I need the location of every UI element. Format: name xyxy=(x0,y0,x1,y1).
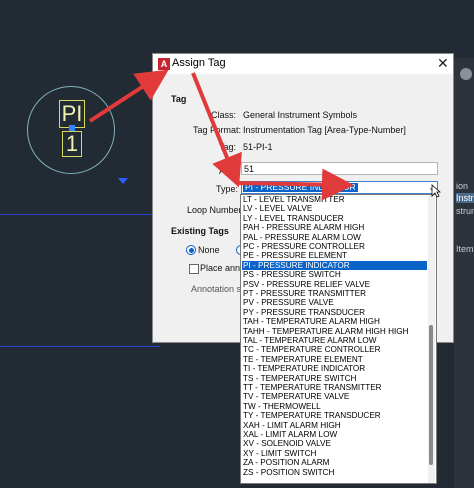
panel-text[interactable]: Instrun xyxy=(456,193,474,203)
type-label: Type: xyxy=(216,184,239,194)
canvas-line xyxy=(0,346,160,347)
none-radio-label: None xyxy=(198,245,220,255)
panel-text: strum xyxy=(456,206,474,216)
dropdown-item[interactable]: PI - PRESSURE INDICATOR xyxy=(242,260,427,271)
dropdown-item[interactable]: PAL - PRESSURE ALARM LOW xyxy=(242,233,427,242)
tag-section-heading: Tag xyxy=(171,94,187,104)
autocad-app-icon: A xyxy=(158,58,170,70)
tag-format-value: Instrumentation Tag [Area-Type-Number] xyxy=(243,125,406,135)
dropdown-item[interactable]: PC - PRESSURE CONTROLLER xyxy=(242,242,427,251)
dialog-title: Assign Tag xyxy=(172,57,226,69)
dropdown-item[interactable]: LV - LEVEL VALVE xyxy=(242,204,427,213)
tag-label: Tag: xyxy=(219,142,237,152)
mouse-cursor-icon xyxy=(431,184,441,198)
type-combobox[interactable]: PI - PRESSURE INDICATOR ⌄ xyxy=(241,181,438,194)
type-selected-value: PI - PRESSURE INDICATOR xyxy=(243,182,358,192)
tag-value: 51-PI-1 xyxy=(243,142,273,152)
tag-format-label: Tag Format: xyxy=(193,125,242,135)
dropdown-item[interactable]: PE - PRESSURE ELEMENT xyxy=(242,251,427,260)
dropdown-item[interactable]: TAHH - TEMPERATURE ALARM HIGH HIGH xyxy=(242,327,427,336)
panel-settings-icon[interactable] xyxy=(460,68,472,80)
class-value: General Instrument Symbols xyxy=(243,110,358,120)
area-field[interactable]: 51 xyxy=(241,162,438,175)
dropdown-item[interactable]: TE - TEMPERATURE ELEMENT xyxy=(242,355,427,364)
triangle-grip-icon[interactable] xyxy=(118,178,128,184)
dropdown-item[interactable]: TI - TEMPERATURE INDICATOR xyxy=(242,364,427,373)
dropdown-item[interactable]: TT - TEMPERATURE TRANSMITTER xyxy=(242,383,427,392)
tag-type-box[interactable]: PI xyxy=(59,100,85,128)
right-side-panel xyxy=(454,58,474,488)
dropdown-item[interactable]: PY - PRESSURE TRANSDUCER xyxy=(242,308,427,317)
dropdown-item[interactable]: TAL - TEMPERATURE ALARM LOW xyxy=(242,336,427,345)
type-dropdown-list[interactable]: LT - LEVEL TRANSMITTER LV - LEVEL VALVE LY… xyxy=(240,194,437,484)
dropdown-item[interactable]: PSV - PRESSURE RELIEF VALVE xyxy=(242,280,427,289)
dropdown-item[interactable]: PV - PRESSURE VALVE xyxy=(242,298,427,307)
dropdown-item[interactable]: TY - TEMPERATURE TRANSDUCER xyxy=(242,411,427,420)
dropdown-item[interactable]: TW - THERMOWELL xyxy=(242,402,427,411)
loop-number-label: Loop Number: xyxy=(187,205,245,215)
dropdown-item[interactable]: TV - TEMPERATURE VALVE xyxy=(242,392,427,401)
dropdown-item[interactable]: PAH - PRESSURE ALARM HIGH xyxy=(242,223,427,232)
panel-text: Items xyxy=(456,244,474,254)
place-annotation-checkbox[interactable] xyxy=(189,264,199,274)
dialog-titlebar[interactable]: A Assign Tag ✕ xyxy=(153,54,453,74)
close-button[interactable]: ✕ xyxy=(437,55,449,72)
area-label: Area: xyxy=(219,166,241,176)
tag-number-box[interactable]: 1 xyxy=(62,131,82,157)
existing-tags-heading: Existing Tags xyxy=(171,226,229,236)
dropdown-item[interactable]: XAH - LIMIT ALARM HIGH xyxy=(242,421,427,430)
dropdown-item[interactable]: PS - PRESSURE SWITCH xyxy=(242,270,427,279)
none-radio[interactable] xyxy=(186,245,196,255)
panel-text: ion xyxy=(456,181,469,191)
class-label: Class: xyxy=(211,110,237,120)
dropdown-item[interactable]: XY - LIMIT SWITCH xyxy=(242,449,427,458)
dropdown-item[interactable]: LY - LEVEL TRANSDUCER xyxy=(242,214,427,223)
dropdown-item[interactable]: XAL - LIMIT ALARM LOW xyxy=(242,430,427,439)
grip-handle[interactable] xyxy=(69,125,75,131)
scrollbar-thumb[interactable] xyxy=(429,325,433,465)
tag-type-text: PI xyxy=(61,101,83,126)
dropdown-item[interactable]: ZA - POSITION ALARM xyxy=(242,458,427,467)
tag-number-text: 1 xyxy=(65,131,79,156)
dropdown-item[interactable]: TC - TEMPERATURE CONTROLLER xyxy=(242,345,427,354)
dropdown-item[interactable]: TS - TEMPERATURE SWITCH xyxy=(242,374,427,383)
dropdown-scrollbar[interactable] xyxy=(428,195,435,483)
dropdown-item[interactable]: PT - PRESSURE TRANSMITTER xyxy=(242,289,427,298)
dropdown-item[interactable]: ZS - POSITION SWITCH xyxy=(242,468,427,477)
dropdown-item[interactable]: LT - LEVEL TRANSMITTER xyxy=(242,195,427,204)
dropdown-item[interactable]: XV - SOLENOID VALVE xyxy=(242,439,427,448)
dropdown-item[interactable]: TAH - TEMPERATURE ALARM HIGH xyxy=(242,317,427,326)
